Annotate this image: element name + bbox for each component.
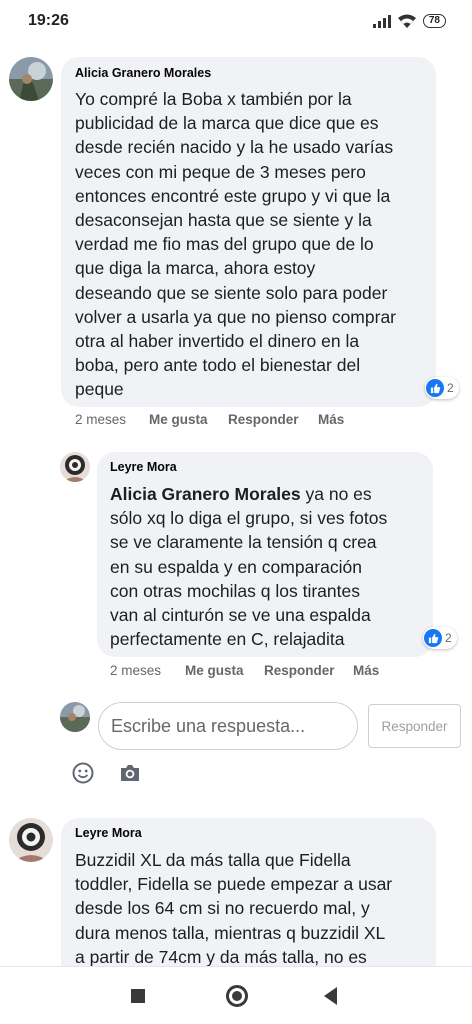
battery-icon: 78	[422, 14, 446, 28]
smiley-icon[interactable]	[72, 762, 94, 784]
like-button[interactable]: Me gusta	[149, 412, 228, 427]
thumbs-up-icon	[426, 379, 444, 397]
comment-actions: 2 meses Me gusta Responder Más	[75, 412, 344, 427]
comment-actions: 2 meses Me gusta Responder Más	[110, 663, 379, 678]
system-nav-bar	[0, 966, 472, 1024]
home-icon[interactable]	[226, 985, 248, 1007]
more-button[interactable]: Más	[353, 663, 379, 678]
avatar[interactable]	[60, 452, 90, 482]
like-button[interactable]: Me gusta	[185, 663, 264, 678]
avatar[interactable]	[9, 57, 53, 101]
reply-input[interactable]	[98, 702, 358, 750]
thumbs-up-icon	[424, 629, 442, 647]
comment-text: Buzzidil XL da más talla que Fidella tod…	[75, 850, 393, 967]
recent-apps-icon[interactable]	[131, 989, 145, 1003]
submit-reply-button[interactable]: Responder	[368, 704, 461, 748]
avatar	[60, 702, 90, 732]
camera-icon[interactable]	[119, 763, 141, 783]
reaction-number: 2	[447, 381, 454, 395]
comment-time[interactable]: 2 meses	[75, 412, 149, 427]
signal-icon	[372, 14, 391, 28]
comment-text: Alicia Granero Morales ya no es sólo xq …	[110, 482, 428, 651]
reaction-count[interactable]: 2	[425, 377, 459, 399]
comment-text: Yo compré la Boba x también por la publi…	[75, 89, 397, 400]
reply-button[interactable]: Responder	[264, 663, 353, 678]
status-bar: 19:26 78	[0, 0, 472, 44]
reply-button[interactable]: Responder	[228, 412, 318, 427]
status-icons: 78	[372, 13, 446, 29]
more-button[interactable]: Más	[318, 412, 344, 427]
wifi-icon	[397, 14, 416, 28]
status-time: 19:26	[28, 12, 69, 29]
reply-text-field[interactable]	[99, 703, 357, 749]
comment-author[interactable]: Alicia Granero Morales	[75, 66, 211, 80]
comment-time[interactable]: 2 meses	[110, 663, 185, 678]
comment-author[interactable]: Leyre Mora	[75, 826, 142, 840]
reaction-count[interactable]: 2	[423, 627, 457, 649]
comment-author[interactable]: Leyre Mora	[110, 460, 177, 474]
reaction-number: 2	[445, 631, 452, 645]
back-icon[interactable]	[324, 987, 337, 1005]
mention-link[interactable]: Alicia Granero Morales	[110, 484, 301, 504]
comment-body: ya no es sólo xq lo diga el grupo, si ve…	[110, 484, 388, 650]
avatar[interactable]	[9, 818, 53, 862]
